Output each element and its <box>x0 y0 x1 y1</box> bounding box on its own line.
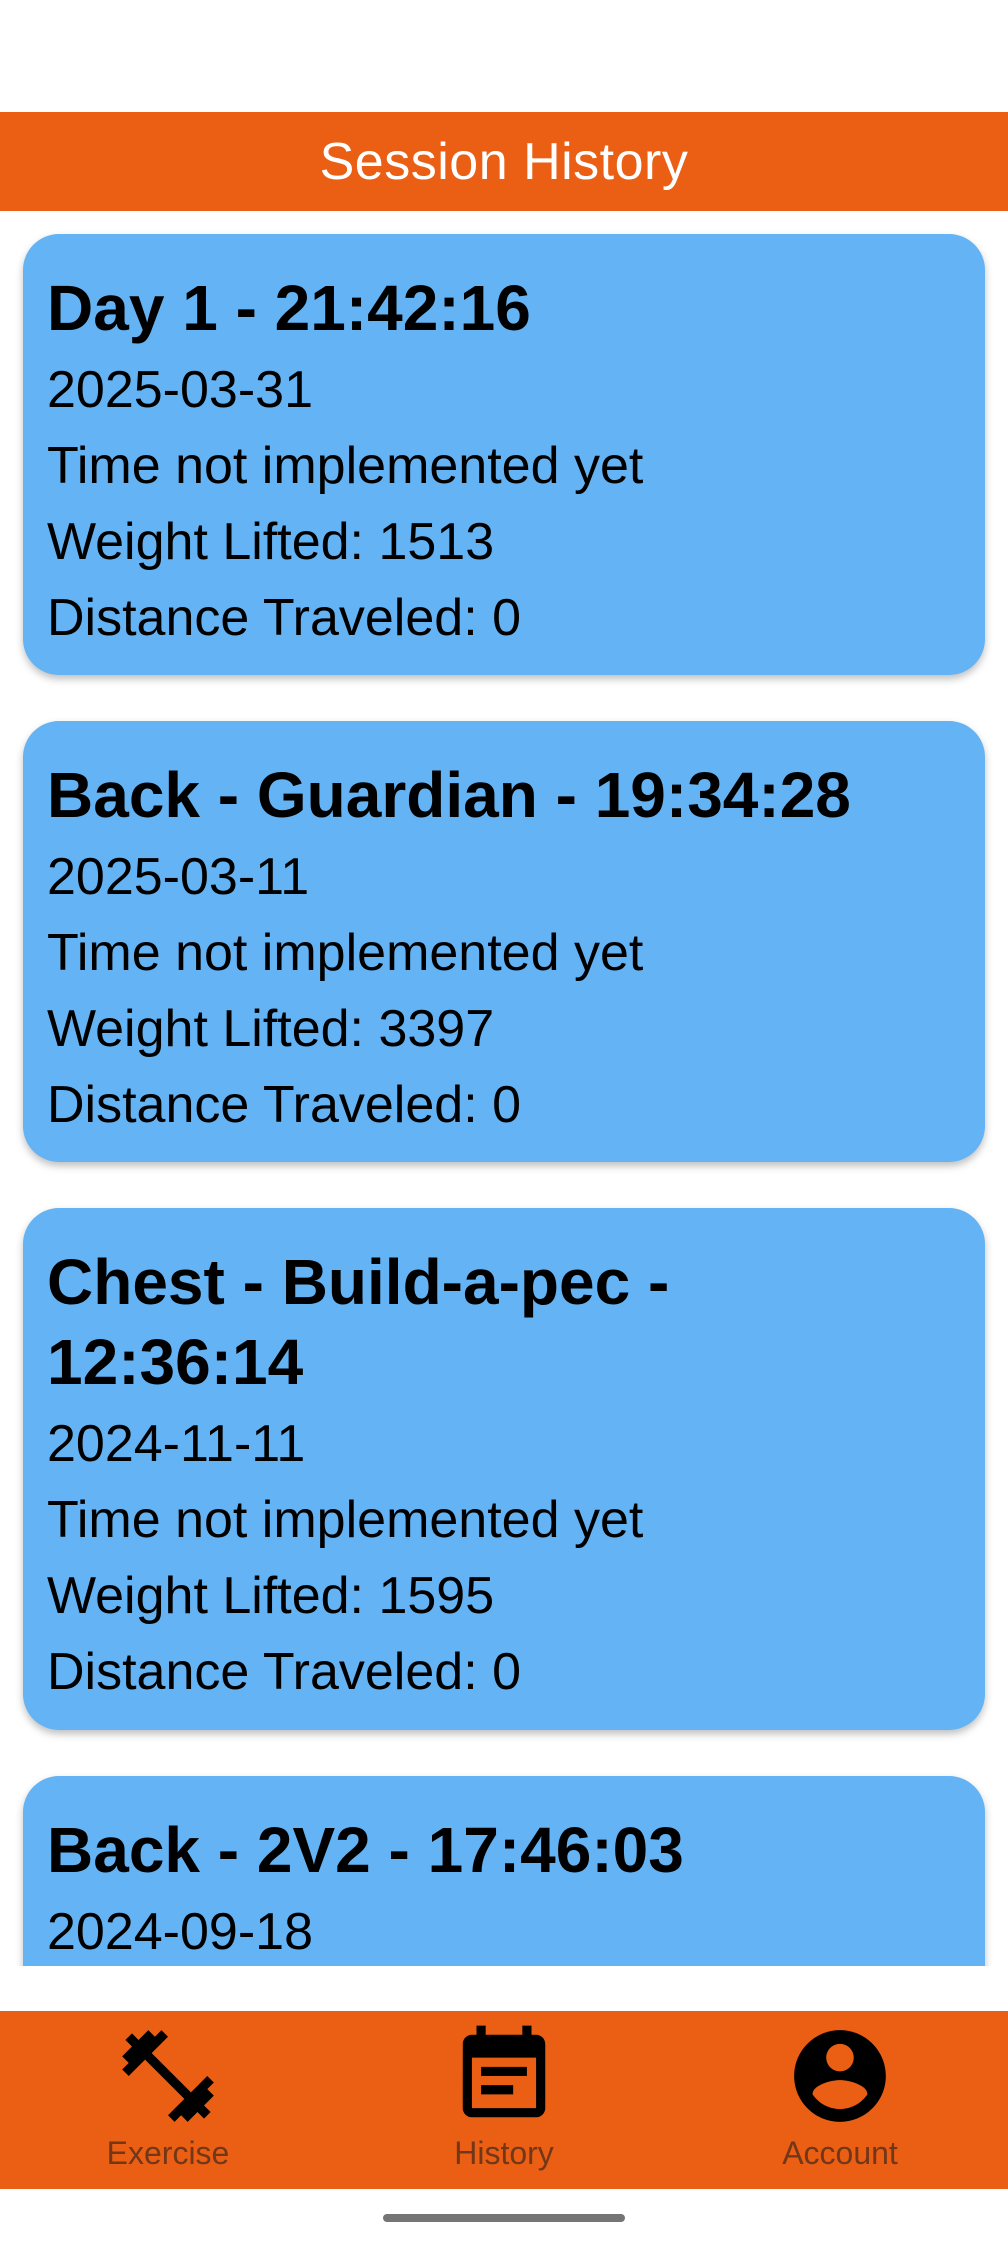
session-title: Back - 2V2 - 17:46:03 <box>47 1814 684 1886</box>
session-time: Time not implemented yet <box>47 924 644 982</box>
home-indicator[interactable] <box>383 2214 625 2222</box>
session-title: Day 1 - 21:42:16 <box>47 272 531 344</box>
session-distance: Distance Traveled: 0 <box>47 1076 522 1134</box>
page-title: Session History <box>319 132 689 191</box>
session-weight: Weight Lifted: 1513 <box>47 513 495 571</box>
session-card[interactable]: Day 1 - 21:42:16 2025-03-31 Time not imp… <box>23 234 985 675</box>
session-date: 2025-03-31 <box>47 361 313 419</box>
nav-item-account[interactable]: Account <box>672 2011 1008 2189</box>
session-weight: Weight Lifted: 1595 <box>47 1567 495 1625</box>
nav-item-exercise[interactable]: Exercise <box>0 2011 336 2189</box>
status-bar <box>0 0 1008 112</box>
session-date: 2024-11-11 <box>47 1415 306 1473</box>
nav-item-history[interactable]: History <box>336 2011 672 2189</box>
dumbbell-icon <box>122 2030 214 2122</box>
session-title: Back - Guardian - 19:34:28 <box>47 759 851 831</box>
gesture-area <box>0 2189 1008 2244</box>
nav-label-exercise: Exercise <box>106 2135 230 2171</box>
session-list[interactable]: Day 1 - 21:42:16 2025-03-31 Time not imp… <box>0 211 1008 1966</box>
nav-label-account: Account <box>782 2135 898 2171</box>
nav-label-history: History <box>454 2135 554 2171</box>
account-circle-icon <box>794 2030 886 2122</box>
app-header: Session History <box>0 112 1008 211</box>
session-title: Chest - Build-a-pec - 12:36:14 <box>47 1246 670 1398</box>
session-weight: Weight Lifted: 3397 <box>47 1000 495 1058</box>
session-date: 2024-09-18 <box>47 1903 313 1961</box>
session-card[interactable]: Back - Guardian - 19:34:28 2025-03-11 Ti… <box>23 721 985 1162</box>
session-time: Time not implemented yet <box>47 1491 644 1549</box>
session-time: Time not implemented yet <box>47 437 644 495</box>
event-note-icon <box>462 2025 546 2118</box>
session-distance: Distance Traveled: 0 <box>47 589 522 647</box>
session-card[interactable]: Back - 2V2 - 17:46:03 2024-09-18 <box>23 1776 985 1966</box>
session-date: 2025-03-11 <box>47 848 310 906</box>
session-distance: Distance Traveled: 0 <box>47 1643 522 1701</box>
bottom-navigation: Exercise History Account <box>0 2011 1008 2189</box>
session-card[interactable]: Chest - Build-a-pec - 12:36:14 2024-11-1… <box>23 1208 985 1730</box>
